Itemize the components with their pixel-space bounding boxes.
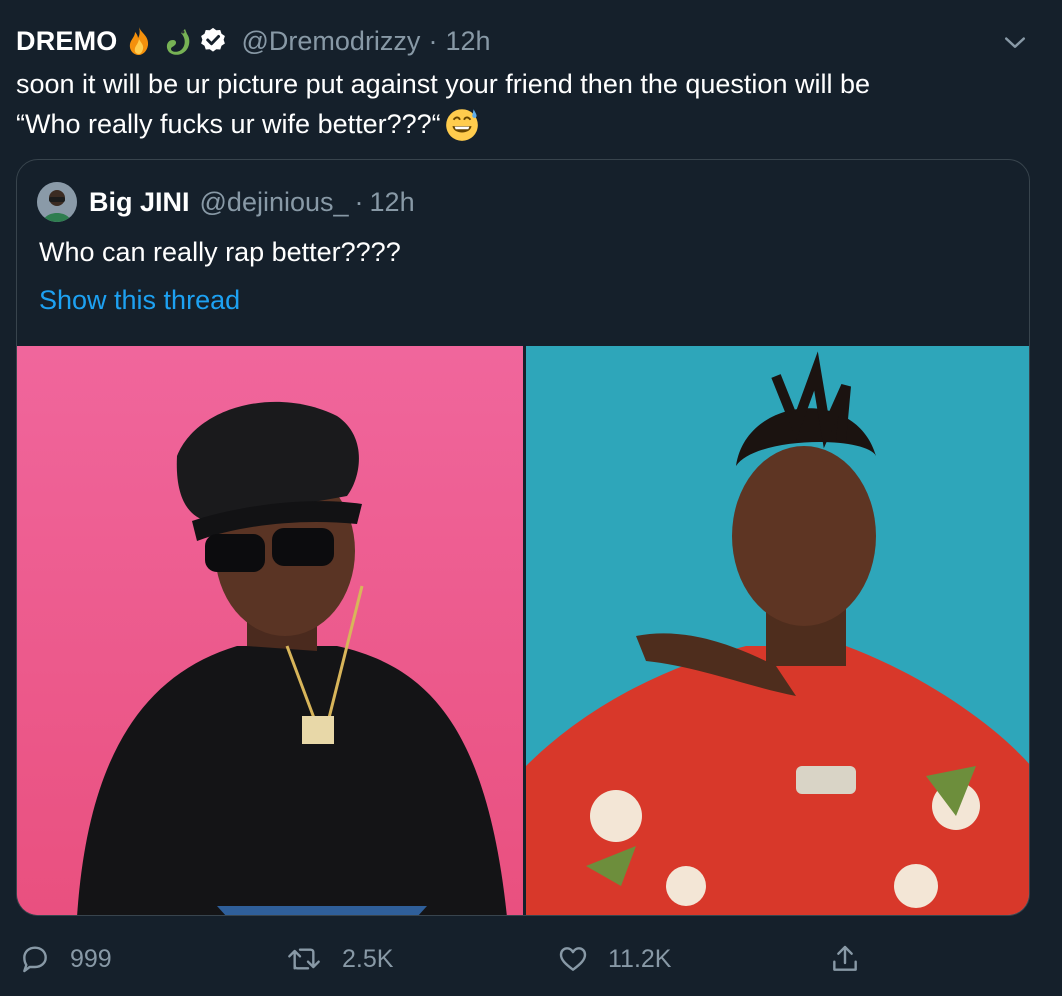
quoted-media bbox=[17, 346, 1029, 915]
reply-count: 999 bbox=[70, 944, 112, 973]
share-button[interactable] bbox=[828, 936, 880, 982]
retweet-button[interactable]: 2.5K bbox=[284, 936, 393, 982]
show-thread-link[interactable]: Show this thread bbox=[39, 280, 240, 320]
meta-separator: · bbox=[428, 25, 438, 56]
quoted-author-name: Big JINI bbox=[89, 186, 190, 217]
grinning-sweat-emoji-icon bbox=[443, 105, 481, 143]
reply-button[interactable]: 999 bbox=[18, 936, 112, 982]
tweet[interactable]: DREMO @Dremodrizzy · 12h soon it will be… bbox=[0, 0, 1062, 996]
fire-emoji-icon bbox=[122, 24, 156, 58]
quoted-meta-separator: · bbox=[354, 186, 364, 217]
tweet-timestamp[interactable]: 12h bbox=[445, 26, 490, 57]
like-button[interactable]: 11.2K bbox=[556, 936, 671, 982]
verified-badge-icon bbox=[198, 26, 228, 56]
reply-icon bbox=[18, 942, 52, 976]
quoted-tweet-timestamp: 12h bbox=[369, 186, 415, 217]
retweet-icon bbox=[284, 942, 324, 976]
share-icon bbox=[828, 942, 862, 976]
photo-right[interactable] bbox=[526, 346, 1029, 915]
author-handle[interactable]: @Dremodrizzy bbox=[242, 26, 421, 57]
tweet-text-line-2: “Who really fucks ur wife better???“ bbox=[16, 109, 441, 139]
quoted-tweet-card[interactable]: Big JINI @dejinious_ · 12h Who can reall… bbox=[16, 159, 1030, 916]
tweet-actions: 999 2.5K 11.2K bbox=[0, 936, 1062, 982]
like-count: 11.2K bbox=[608, 944, 672, 973]
avatar[interactable] bbox=[37, 182, 77, 222]
author-name[interactable]: DREMO bbox=[16, 26, 118, 57]
tweet-text: soon it will be ur picture put against y… bbox=[16, 64, 1036, 144]
tweet-text-line-1: soon it will be ur picture put against y… bbox=[16, 69, 870, 99]
quoted-tweet-header: Big JINI @dejinious_ · 12h bbox=[37, 182, 415, 222]
retweet-count: 2.5K bbox=[342, 944, 394, 973]
photo-left[interactable] bbox=[17, 346, 523, 915]
chevron-down-icon[interactable] bbox=[1000, 28, 1030, 63]
heart-icon bbox=[556, 942, 590, 976]
tweet-header: DREMO @Dremodrizzy · 12h bbox=[16, 22, 491, 60]
dragon-emoji-icon bbox=[160, 24, 194, 58]
quoted-tweet-text: Who can really rap better???? bbox=[39, 237, 401, 267]
quoted-author-handle: @dejinious_ bbox=[199, 186, 349, 217]
